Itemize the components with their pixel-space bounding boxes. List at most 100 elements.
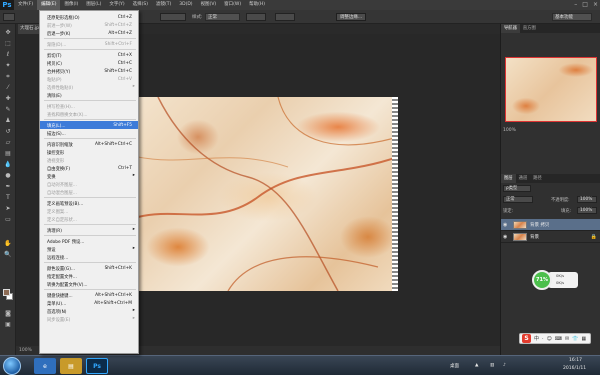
path-selection-tool-icon[interactable]: ➤	[3, 204, 13, 213]
tray-expand-icon[interactable]: ▲	[475, 363, 478, 368]
ime-emoji-icon[interactable]: ☺	[547, 336, 552, 342]
edit-menu-item[interactable]: 远程连接...	[40, 253, 138, 261]
marquee-tool-icon[interactable]: ⬚	[3, 39, 13, 48]
desktop-label[interactable]: 桌面	[450, 363, 459, 369]
lasso-tool-icon[interactable]: ℓ	[3, 50, 13, 59]
ime-toolbox-icon[interactable]: ▦	[581, 336, 586, 342]
refine-edge-button[interactable]: 调整边缘...	[336, 13, 366, 21]
edit-menu-item[interactable]: 清除(E)	[40, 91, 138, 99]
ie-icon[interactable]: e	[34, 358, 56, 374]
start-button[interactable]	[3, 357, 21, 375]
eraser-tool-icon[interactable]: ▱	[3, 138, 13, 147]
edit-menu-item[interactable]: 描边(S)...	[40, 129, 138, 137]
opacity-field[interactable]: 100%	[577, 196, 597, 203]
blur-tool-icon[interactable]: 💧	[3, 160, 13, 169]
menu-2[interactable]: 图像(I)	[60, 0, 82, 10]
edit-menu-item[interactable]: 菜单(U)... Alt+Shift+Ctrl+M	[40, 299, 138, 307]
magic-wand-tool-icon[interactable]: ✦	[3, 61, 13, 70]
screen-mode-icon[interactable]: ▣	[3, 320, 13, 329]
layer-kind-filter[interactable]: ρ类型	[503, 185, 531, 192]
shape-tool-icon[interactable]: ▭	[3, 215, 13, 224]
photoshop-taskbar-icon[interactable]: Ps	[86, 358, 108, 374]
gradient-tool-icon[interactable]: ▤	[3, 149, 13, 158]
edit-menu-item[interactable]: 后退一步(K) Alt+Ctrl+Z	[40, 29, 138, 37]
edit-menu-item[interactable]: 预设 ▸	[40, 245, 138, 253]
tool-preset-picker[interactable]	[3, 13, 15, 21]
menu-0[interactable]: 文件(F)	[14, 0, 37, 10]
edit-menu-item[interactable]: 拷贝(C) Ctrl+C	[40, 59, 138, 67]
crop-tool-icon[interactable]: ⌗	[3, 72, 13, 81]
zoom-tool-icon[interactable]: 🔍	[3, 250, 13, 259]
edit-menu-item[interactable]: 剪切(T) Ctrl+X	[40, 51, 138, 59]
edit-menu-item[interactable]: 填充(L)... Shift+F5	[40, 121, 138, 129]
menu-10[interactable]: 帮助(H)	[245, 0, 269, 10]
tab-paths[interactable]: 路径	[530, 174, 545, 183]
layer-row[interactable]: ◉ 背景 🔒	[501, 231, 600, 243]
width-field[interactable]	[246, 13, 266, 21]
menu-1[interactable]: 编辑(E)	[37, 0, 61, 10]
menu-9[interactable]: 窗口(W)	[220, 0, 245, 10]
edit-menu-item[interactable]: 内容识别缩放 Alt+Shift+Ctrl+C	[40, 140, 138, 148]
fill-field[interactable]: 100%	[577, 207, 597, 214]
network-speed-widget[interactable]: 0K/s 0K/s 71%	[532, 270, 580, 292]
ime-chinese-mode[interactable]: 中	[534, 335, 539, 342]
healing-brush-tool-icon[interactable]: ✚	[3, 94, 13, 103]
tab-layers[interactable]: 图层	[501, 174, 516, 183]
edit-menu-item[interactable]: 转换为配置文件(V)...	[40, 280, 138, 288]
tab-histogram[interactable]: 直方图	[520, 24, 539, 33]
history-brush-tool-icon[interactable]: ↺	[3, 127, 13, 136]
ime-keyboard-icon[interactable]: ⌨	[555, 336, 562, 342]
menu-8[interactable]: 视图(V)	[197, 0, 221, 10]
network-icon[interactable]: ▥	[490, 363, 494, 368]
edit-menu-item[interactable]: 指定配置文件...	[40, 272, 138, 280]
edit-menu-item[interactable]: 清理(R) ▸	[40, 226, 138, 234]
edit-menu-item[interactable]: 自由变换(F) Ctrl+T	[40, 164, 138, 172]
visibility-eye-icon[interactable]: ◉	[503, 222, 507, 228]
visibility-eye-icon[interactable]: ◉	[503, 234, 507, 240]
edit-menu-item[interactable]: 首选项(N) ▸	[40, 307, 138, 315]
eyedropper-tool-icon[interactable]: ⁄	[3, 83, 13, 92]
foreground-color-swatch[interactable]	[3, 289, 10, 296]
workspace-dropdown[interactable]: 基本功能	[552, 13, 592, 21]
maximize-button[interactable]: □	[582, 1, 588, 8]
explorer-icon[interactable]: ▤	[60, 358, 82, 374]
ime-mail-icon[interactable]: ✉	[565, 336, 569, 342]
clone-stamp-tool-icon[interactable]: ♟	[3, 116, 13, 125]
edit-menu-item[interactable]: 还原矩形选框(O) Ctrl+Z	[40, 13, 138, 21]
clock-time[interactable]: 16:17	[569, 358, 582, 363]
menu-7[interactable]: 3D(D)	[175, 0, 196, 10]
ime-skin-icon[interactable]: 👕	[572, 336, 578, 342]
ime-punctuation-icon[interactable]: ·	[542, 336, 544, 342]
marble-image[interactable]	[138, 97, 398, 291]
pen-tool-icon[interactable]: ✒	[3, 182, 13, 191]
menu-6[interactable]: 滤镜(T)	[152, 0, 175, 10]
edit-menu-item[interactable]: 颜色设置(G)... Shift+Ctrl+K	[40, 264, 138, 272]
edit-menu-item[interactable]: 键盘快捷键... Alt+Shift+Ctrl+K	[40, 291, 138, 299]
blend-mode-dropdown[interactable]: 正常	[503, 196, 533, 203]
lock-icon[interactable]: 🔒	[591, 234, 597, 240]
brush-tool-icon[interactable]: ✎	[3, 105, 13, 114]
height-field[interactable]	[275, 13, 295, 21]
edit-menu-item[interactable]: 变换 ▸	[40, 172, 138, 180]
hand-tool-icon[interactable]: ✋	[3, 239, 13, 248]
tab-navigator[interactable]: 导航器	[501, 24, 520, 33]
minimize-button[interactable]: –	[574, 1, 577, 8]
edit-menu-item[interactable]: 合并拷贝(Y) Shift+Ctrl+C	[40, 67, 138, 75]
tab-channels[interactable]: 通道	[516, 174, 531, 183]
feather-field[interactable]	[160, 13, 186, 21]
close-button[interactable]: ×	[593, 1, 598, 8]
volume-icon[interactable]: ♪	[503, 363, 506, 368]
dodge-tool-icon[interactable]: ●	[3, 171, 13, 180]
type-tool-icon[interactable]: T	[3, 193, 13, 202]
quick-mask-icon[interactable]: ◙	[3, 309, 13, 318]
menu-5[interactable]: 选择(S)	[129, 0, 152, 10]
move-tool-icon[interactable]: ✥	[3, 28, 13, 37]
menu-3[interactable]: 图层(L)	[82, 0, 105, 10]
navigator-thumbnail[interactable]	[505, 57, 597, 122]
style-dropdown[interactable]: 正常	[205, 13, 240, 21]
clock-date[interactable]: 2016/1/11	[563, 366, 586, 371]
edit-menu-item[interactable]: Adobe PDF 预设...	[40, 237, 138, 245]
sogou-logo-icon[interactable]: S	[522, 334, 531, 343]
edit-menu-item[interactable]: 操控变形	[40, 148, 138, 156]
edit-menu-item[interactable]: 定义画笔预设(B)...	[40, 199, 138, 207]
